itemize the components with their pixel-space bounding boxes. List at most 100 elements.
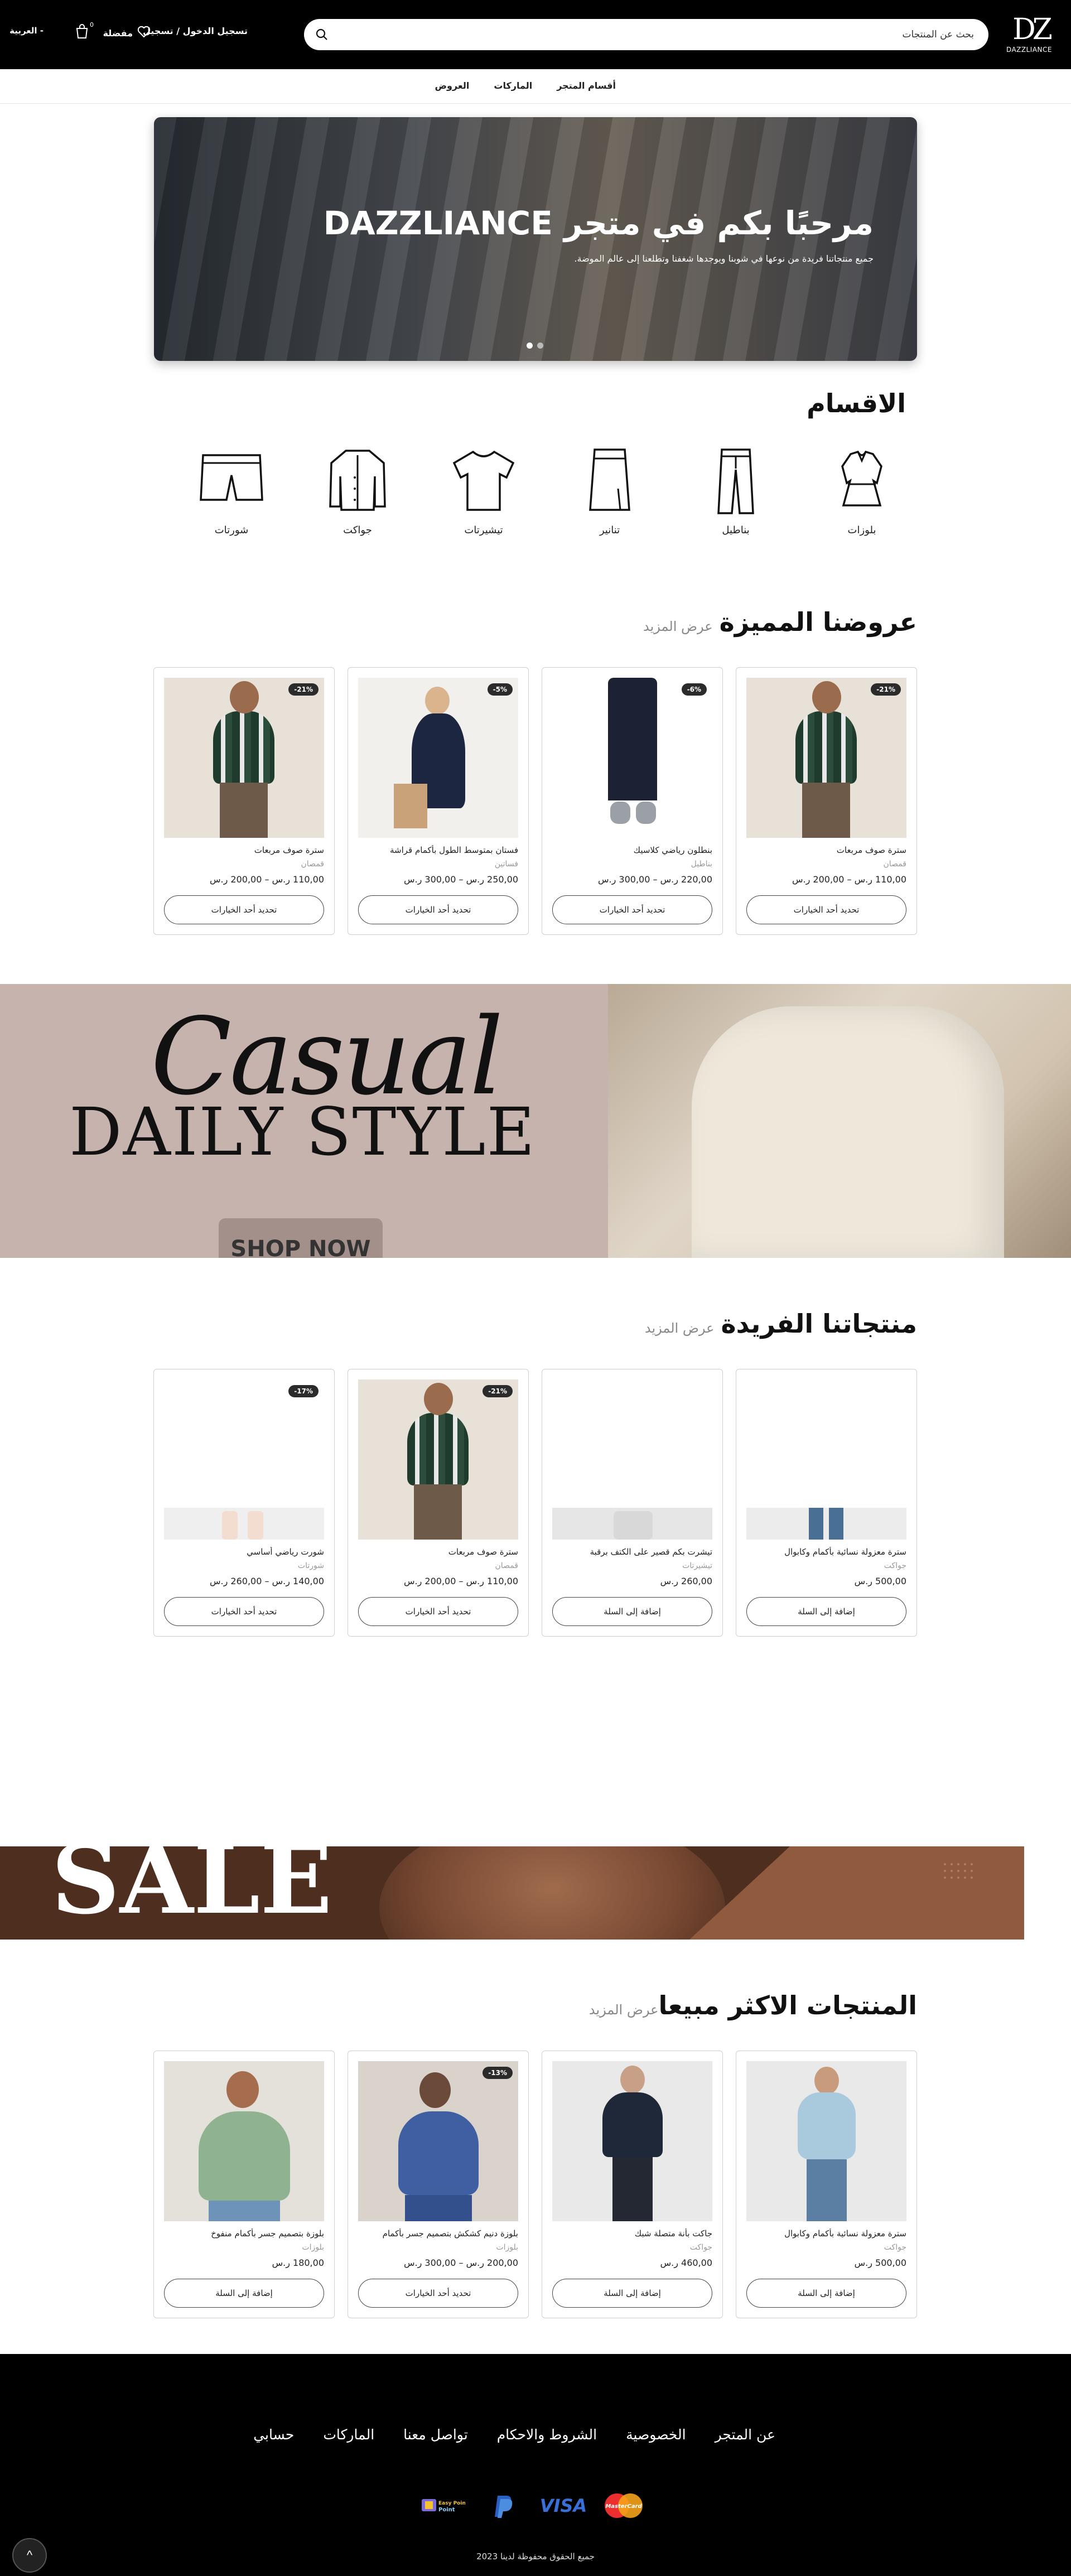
category-jackets[interactable]: جواكت	[316, 444, 399, 536]
product-card[interactable]: -21% سترة صوف مربعات قمصان 110,00 ر.س – …	[153, 667, 335, 935]
product-category[interactable]: قمصان	[301, 860, 324, 869]
nav-store-sections[interactable]: أقسام المتجر	[557, 80, 616, 91]
slider-dot[interactable]	[537, 342, 543, 349]
store-logo[interactable]: DZ DAZZLIANCE	[1006, 13, 1053, 54]
search-icon[interactable]	[315, 28, 329, 41]
product-name[interactable]: سترة صوف مربعات	[162, 845, 324, 855]
add-to-cart-button[interactable]: إضافة إلى السلة	[552, 2279, 712, 2308]
footer-link-privacy[interactable]: الخصوصية	[626, 2427, 686, 2443]
product-category[interactable]: تيشيرتات	[682, 1561, 712, 1570]
shop-now-button[interactable]: SHOP NOW	[219, 1218, 383, 1258]
product-card[interactable]: -17% شورت رياضي أساسي شورتات 140,00 ر.س …	[153, 1369, 335, 1637]
product-name[interactable]: بلوزة بتصميم جسر بأكمام منفوخ	[162, 2228, 324, 2239]
product-card[interactable]: سترة معزولة نسائية بأكمام وكابوال جواكت …	[736, 2051, 917, 2318]
product-card[interactable]: جاكت بأنة متصلة شبك جواكت 460,00 ر.س إضا…	[542, 2051, 723, 2318]
product-image[interactable]	[164, 2061, 324, 2221]
footer-link-account[interactable]: حسابي	[253, 2427, 294, 2443]
add-to-cart-button[interactable]: إضافة إلى السلة	[164, 2279, 324, 2308]
product-image[interactable]	[746, 1379, 906, 1540]
product-card[interactable]: -13% بلوزة دنيم كشكش بتصميم جسر بأكمام ب…	[348, 2051, 529, 2318]
product-category[interactable]: قمصان	[884, 860, 906, 869]
product-card[interactable]: سترة معزولة نسائية بأكمام وكابوال جواكت …	[736, 1369, 917, 1637]
footer-link-terms[interactable]: الشروط والاحكام	[497, 2427, 597, 2443]
product-card[interactable]: -6% بنطلون رياضي كلاسيك بناطيل 220,00 ر.…	[542, 667, 723, 935]
product-category[interactable]: جواكت	[690, 2243, 712, 2252]
category-label: جواكت	[343, 524, 372, 536]
hero-slider[interactable]: مرحبًا بكم في متجر DAZZLIANCE جميع منتجا…	[154, 117, 917, 361]
footer-link-about[interactable]: عن المتجر	[715, 2427, 775, 2443]
site-header: DZ DAZZLIANCE تسجيل الدخول / تسجيل مفضلة…	[0, 0, 1071, 69]
category-shorts[interactable]: شورتات	[190, 444, 273, 536]
add-to-cart-button[interactable]: إضافة إلى السلة	[552, 1597, 712, 1626]
product-name[interactable]: بلوزة دنيم كشكش بتصميم جسر بأكمام	[356, 2228, 518, 2239]
select-options-button[interactable]: تحديد أحد الخيارات	[358, 2279, 518, 2308]
search-input[interactable]	[353, 19, 988, 50]
product-image[interactable]: -17%	[164, 1379, 324, 1540]
product-card[interactable]: بلوزة بتصميم جسر بأكمام منفوخ بلوزات 180…	[153, 2051, 335, 2318]
product-image[interactable]: -21%	[746, 678, 906, 838]
product-name[interactable]: سترة صوف مربعات	[745, 845, 906, 855]
product-category[interactable]: قمصان	[495, 1561, 518, 1570]
product-image[interactable]: -13%	[358, 2061, 518, 2221]
product-image[interactable]: -21%	[164, 678, 324, 838]
login-register-link[interactable]: تسجيل الدخول / تسجيل	[143, 26, 248, 36]
select-options-button[interactable]: تحديد أحد الخيارات	[164, 1597, 324, 1626]
bestsellers-view-more-link[interactable]: عرض المزيد	[589, 2002, 659, 2018]
category-tshirts[interactable]: تيشيرتات	[442, 444, 525, 536]
product-name[interactable]: سترة معزولة نسائية بأكمام وكابوال	[745, 2228, 906, 2239]
category-blouses[interactable]: بلوزات	[820, 444, 904, 536]
product-name[interactable]: فستان بمتوسط الطول بأكمام قراشة	[356, 845, 518, 855]
product-image[interactable]: -6%	[552, 678, 712, 838]
footer-link-contact[interactable]: تواصل معنا	[403, 2427, 468, 2443]
nav-brands[interactable]: الماركات	[494, 80, 532, 91]
product-category[interactable]: فساتين	[495, 860, 518, 869]
back-to-top-button[interactable]: ^	[12, 2538, 47, 2573]
product-name[interactable]: سترة معزولة نسائية بأكمام وكابوال	[745, 1547, 906, 1557]
product-image[interactable]	[552, 2061, 712, 2221]
product-image[interactable]: -21%	[358, 1379, 518, 1540]
product-name[interactable]: شورت رياضي أساسي	[162, 1547, 324, 1557]
product-category[interactable]: بلوزات	[302, 2243, 324, 2252]
featured-view-more-link[interactable]: عرض المزيد	[643, 619, 713, 634]
product-card[interactable]: تيشرت بكم قصير على الكتف برقبة تيشيرتات …	[542, 1369, 723, 1637]
product-category[interactable]: بناطيل	[691, 860, 712, 869]
product-name[interactable]: تيشرت بكم قصير على الكتف برقبة	[551, 1547, 712, 1557]
slider-dot-active[interactable]	[527, 342, 533, 349]
product-image[interactable]	[552, 1379, 712, 1540]
select-options-button[interactable]: تحديد أحد الخيارات	[746, 895, 906, 924]
copyright-text: جميع الحقوق محفوظة لدينا 2023	[476, 2551, 595, 2561]
product-image[interactable]	[746, 2061, 906, 2221]
casual-style-banner[interactable]: Casual DAILY STYLE SHOP NOW	[0, 984, 1071, 1258]
product-card[interactable]: -5% فستان بمتوسط الطول بأكمام قراشة فسات…	[348, 667, 529, 935]
nav-offers[interactable]: العروض	[435, 80, 469, 91]
sale-banner[interactable]: SALE	[0, 1846, 1024, 1940]
product-category[interactable]: جواكت	[884, 1561, 906, 1570]
product-category[interactable]: بلوزات	[496, 2243, 518, 2252]
category-pants[interactable]: بناطيل	[694, 444, 778, 536]
cart-button[interactable]: 0	[75, 21, 94, 41]
product-name[interactable]: جاكت بأنة متصلة شبك	[551, 2228, 712, 2239]
select-options-button[interactable]: تحديد أحد الخيارات	[164, 895, 324, 924]
footer-link-brands[interactable]: الماركات	[323, 2427, 374, 2443]
unique-view-more-link[interactable]: عرض المزيد	[645, 1320, 715, 1336]
category-skirts[interactable]: تنانير	[568, 444, 652, 536]
select-options-button[interactable]: تحديد أحد الخيارات	[358, 1597, 518, 1626]
language-selector[interactable]: - العربية	[9, 26, 44, 36]
add-to-cart-button[interactable]: إضافة إلى السلة	[746, 2279, 906, 2308]
product-name[interactable]: بنطلون رياضي كلاسيك	[551, 845, 712, 855]
select-options-button[interactable]: تحديد أحد الخيارات	[552, 895, 712, 924]
product-image[interactable]: -5%	[358, 678, 518, 838]
product-card[interactable]: -21% سترة صوف مربعات قمصان 110,00 ر.س – …	[736, 667, 917, 935]
favorites-link[interactable]: مفضلة	[103, 26, 151, 40]
product-name[interactable]: سترة صوف مربعات	[356, 1547, 518, 1557]
discount-badge: -5%	[487, 683, 513, 696]
logo-mark: DZ	[1012, 13, 1053, 46]
product-card[interactable]: -21% سترة صوف مربعات قمصان 110,00 ر.س – …	[348, 1369, 529, 1637]
paypal-icon	[481, 2493, 525, 2518]
cart-icon	[75, 24, 89, 41]
search-bar	[304, 19, 988, 50]
add-to-cart-button[interactable]: إضافة إلى السلة	[746, 1597, 906, 1626]
select-options-button[interactable]: تحديد أحد الخيارات	[358, 895, 518, 924]
product-category[interactable]: شورتات	[298, 1561, 324, 1570]
product-category[interactable]: جواكت	[884, 2243, 906, 2252]
